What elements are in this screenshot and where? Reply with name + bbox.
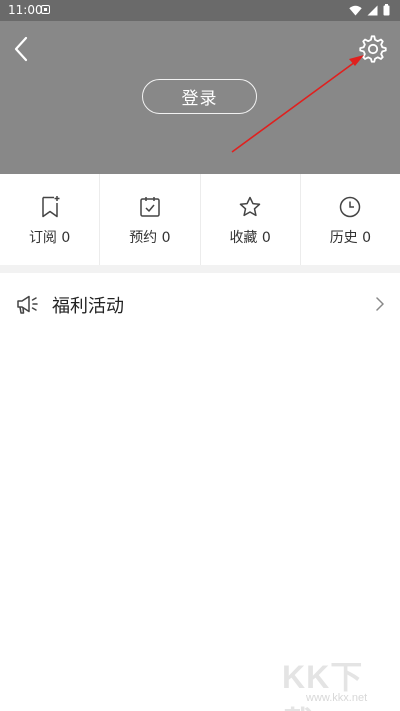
stat-label: 订阅 0	[28, 230, 71, 246]
stat-favorites[interactable]: 收藏 0	[201, 174, 301, 265]
status-icons	[349, 4, 390, 16]
stat-subscribe[interactable]: 订阅 0	[0, 174, 101, 265]
signal-icon	[367, 5, 378, 15]
stats-row: 订阅 0 预约 0 收藏 0 历史 0	[0, 174, 400, 265]
watermark-url: www.kkx.net	[306, 692, 368, 704]
chevron-right-icon	[376, 297, 384, 311]
battery-icon	[383, 4, 390, 16]
section-divider	[0, 265, 400, 273]
stat-label: 收藏 0	[229, 230, 271, 246]
bookmark-add-icon	[41, 196, 60, 218]
notification-icon	[41, 5, 50, 14]
profile-header: 登录	[0, 21, 400, 174]
status-bar: 11:00	[0, 0, 400, 21]
welfare-label: 福利活动	[52, 296, 124, 317]
login-button[interactable]: 登录	[142, 79, 257, 114]
megaphone-icon	[17, 295, 38, 314]
star-icon	[239, 196, 261, 217]
status-time: 11:00	[8, 3, 43, 17]
watermark: KK下载 www.kkx.net	[282, 652, 394, 711]
stat-label: 预约 0	[129, 230, 171, 246]
stat-label: 历史 0	[329, 230, 372, 246]
welfare-activities-item[interactable]: 福利活动	[0, 273, 400, 335]
calendar-check-icon	[140, 197, 160, 217]
settings-button[interactable]	[359, 35, 387, 63]
clock-icon	[340, 196, 361, 218]
stat-reservation[interactable]: 预约 0	[100, 174, 201, 265]
gear-icon	[359, 35, 387, 63]
stat-history[interactable]: 历史 0	[301, 174, 400, 265]
back-button[interactable]	[10, 35, 34, 63]
wifi-icon	[349, 5, 362, 15]
back-arrow-icon	[14, 36, 28, 62]
